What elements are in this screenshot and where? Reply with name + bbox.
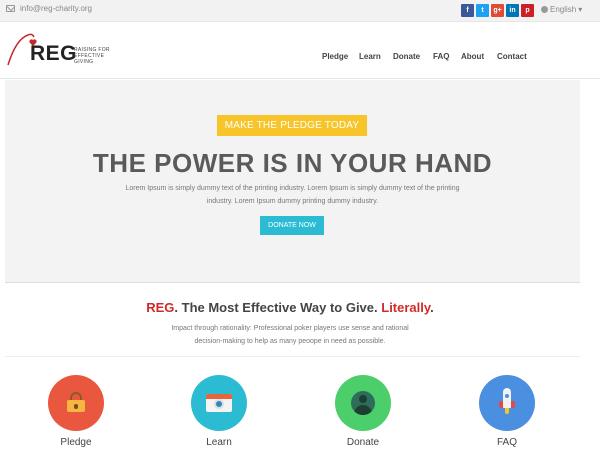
logo-text: REG	[30, 42, 78, 65]
nav-about[interactable]: About	[461, 52, 484, 61]
camera-icon	[206, 394, 232, 412]
feature-circle[interactable]	[335, 375, 391, 431]
mission-title-end: .	[430, 300, 434, 315]
feature-learn[interactable]: Learn	[189, 375, 249, 448]
mission-text: Impact through rationality: Professional…	[171, 325, 409, 345]
feature-label-learn[interactable]: Learn	[169, 437, 269, 448]
rocket-icon	[499, 388, 515, 414]
google-plus-icon[interactable]: g+	[491, 4, 504, 17]
feature-label-faq[interactable]: FAQ	[457, 437, 557, 448]
donate-now-button[interactable]: DONATE NOW	[260, 216, 324, 235]
contact-email[interactable]: info@reg-charity.org	[6, 4, 92, 13]
top-bar: info@reg-charity.org f t g+ in p English…	[0, 0, 600, 22]
feature-faq[interactable]: FAQ	[477, 375, 537, 448]
nav-pledge[interactable]: Pledge	[322, 52, 348, 61]
language-label: English	[550, 5, 577, 14]
pledge-badge[interactable]: MAKE THE PLEDGE TODAY	[217, 115, 367, 136]
user-icon	[351, 391, 375, 415]
feature-label-pledge[interactable]: Pledge	[26, 437, 126, 448]
hero-title: THE POWER IS IN YOUR HAND	[92, 148, 493, 178]
logo-tagline: RAISING FOR EFFECTIVE GIVING	[74, 47, 110, 65]
feature-pledge[interactable]: Pledge	[46, 375, 106, 448]
globe-icon	[541, 6, 548, 13]
feature-circle[interactable]	[48, 375, 104, 431]
hero-text: Lorem Ipsum is simply dummy text of the …	[125, 185, 460, 205]
feature-circle[interactable]	[479, 375, 535, 431]
feature-circle[interactable]	[191, 375, 247, 431]
feature-label-donate[interactable]: Donate	[313, 437, 413, 448]
mission-title: REG. The Most Effective Way to Give. Lit…	[0, 300, 580, 315]
facebook-icon[interactable]: f	[461, 4, 474, 17]
mission-title-literally: Literally	[381, 300, 431, 315]
mail-icon	[6, 5, 15, 12]
lock-icon	[67, 392, 85, 412]
linkedin-icon[interactable]: in	[506, 4, 519, 17]
twitter-icon[interactable]: t	[476, 4, 489, 17]
nav-learn[interactable]: Learn	[359, 52, 381, 61]
mission-title-mid: . The Most Effective Way to Give.	[174, 300, 382, 315]
site-header: REG RAISING FOR EFFECTIVE GIVING Pledge …	[0, 22, 600, 79]
language-selector[interactable]: English ▾	[541, 5, 582, 14]
nav-contact[interactable]: Contact	[497, 52, 527, 61]
social-links: f t g+ in p	[461, 4, 534, 17]
feature-donate[interactable]: Donate	[333, 375, 393, 448]
chevron-down-icon: ▾	[578, 5, 583, 14]
logo[interactable]: REG RAISING FOR EFFECTIVE GIVING	[6, 29, 116, 69]
pinterest-icon[interactable]: p	[521, 4, 534, 17]
divider	[5, 356, 580, 357]
nav-donate[interactable]: Donate	[393, 52, 420, 61]
mission-title-reg: REG	[146, 300, 175, 315]
nav-faq[interactable]: FAQ	[433, 52, 449, 61]
email-text: info@reg-charity.org	[20, 4, 92, 13]
hero-section: MAKE THE PLEDGE TODAY THE POWER IS IN YO…	[5, 80, 580, 283]
